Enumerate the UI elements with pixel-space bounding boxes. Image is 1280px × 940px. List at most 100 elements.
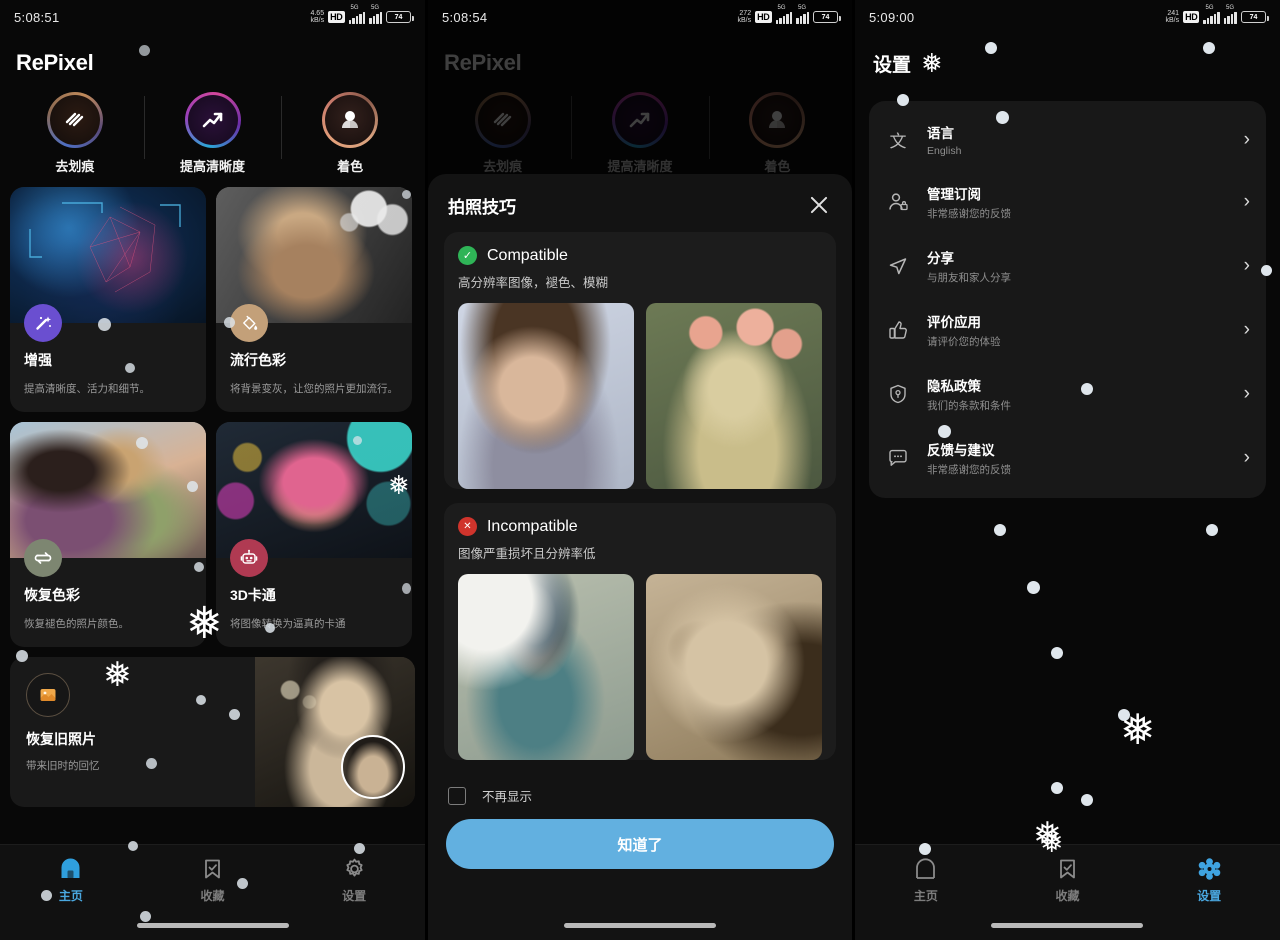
photo-restore-icon [40, 689, 56, 701]
check-circle-icon: ✓ [457, 246, 477, 265]
nav-settings-label: 设置 [1197, 889, 1222, 903]
settings-item-title: 隐私政策 [926, 379, 981, 394]
recolor-card-image [10, 422, 206, 558]
settings-item-sub: 非常感谢您的反馈 [926, 464, 1011, 476]
popcolor-card-image [216, 187, 412, 323]
nav-item-settings[interactable]: 设置 [283, 857, 425, 940]
screenshot-root: 5:08:51 4.65 kB/s HD 5G 5G 74 RePixel 去划… [0, 0, 1280, 940]
incompatible-example-1 [457, 574, 634, 760]
dont-show-again-row[interactable]: 不再显示 [444, 774, 836, 805]
recolor-badge [24, 539, 62, 577]
compatible-examples [457, 303, 823, 489]
descratch-ring [46, 92, 103, 148]
home-icon [916, 858, 936, 879]
settings-item-sub: 非常感谢您的反馈 [926, 208, 1011, 220]
snowflake-icon: ❅ [921, 48, 943, 78]
trend-up-icon [202, 112, 222, 128]
restore-card-image [255, 657, 415, 807]
settings-item-text: 分享 与朋友和家人分享 [927, 247, 1228, 285]
compatible-desc: 高分辨率图像，褪色、模糊 [457, 276, 608, 290]
close-icon[interactable] [806, 192, 832, 218]
settings-item-feedback[interactable]: 反馈与建议 非常感谢您的反馈 › [869, 426, 1266, 490]
dont-show-checkbox[interactable] [447, 786, 466, 805]
feature-card-popcolor[interactable]: 流行色彩 将背景变灰，让您的照片更加流行。 [216, 187, 412, 412]
battery-level: 74 [394, 13, 403, 21]
enhance-card-title: 增强 [24, 352, 52, 368]
battery-icon: 74 [1240, 11, 1269, 23]
popcolor-card-desc: 将背景变灰，让您的照片更加流行。 [230, 383, 398, 395]
status-time: 5:09:00 [868, 9, 915, 25]
chat-bubble-icon [885, 445, 911, 471]
home-indicator [563, 923, 716, 928]
settings-item-text: 隐私政策 我们的条款和条件 [927, 375, 1228, 413]
page-title-text: 设置 [872, 55, 911, 76]
settings-item-title: 反馈与建议 [926, 443, 995, 458]
recolor-card-desc: 恢复褪色的照片颜色。 [24, 618, 129, 630]
photo-tips-dialog: 拍照技巧 ✓ Compatible 高分辨率图像，褪色、模糊 ✕ Incompa… [427, 174, 852, 940]
nav-settings-label: 设置 [342, 889, 367, 903]
x-circle-icon: ✕ [457, 517, 477, 536]
magic-wand-icon [36, 316, 51, 330]
feature-card-restore[interactable]: 恢复旧照片 带来旧时的回忆 [10, 657, 415, 807]
quick-action-enhance[interactable]: 提高清晰度 [143, 92, 282, 175]
nav-home-label: 主页 [913, 889, 938, 903]
hd-icon: HD [328, 11, 345, 23]
incompatible-examples [457, 574, 823, 760]
status-time: 5:08:54 [441, 9, 488, 25]
snow-dot [1050, 782, 1063, 794]
popcolor-card-title: 流行色彩 [230, 352, 286, 368]
descratch-label: 去划痕 [55, 159, 95, 174]
compatible-header: ✓ Compatible [457, 246, 822, 265]
app-title: RePixel [16, 50, 94, 75]
settings-item-title: 评价应用 [926, 315, 981, 330]
quick-action-colorize[interactable]: 着色 [281, 92, 419, 175]
page-title: 设置 ❅ [855, 34, 1280, 79]
nav-home-label: 主页 [58, 889, 83, 903]
compatible-example-2 [646, 303, 823, 489]
network-speed-unit: kB/s [310, 17, 325, 24]
settings-item-language[interactable]: 文 语言 English › [869, 109, 1266, 170]
snow-dot [1205, 524, 1218, 536]
network-speed-value: 241 [1167, 9, 1180, 17]
enhance-label: 提高清晰度 [180, 159, 246, 174]
network-type-1: 5G [350, 4, 359, 11]
nav-item-home[interactable]: 主页 [0, 857, 142, 940]
cartoon-card-desc: 将图像转换为逼真的卡通 [230, 618, 346, 630]
nav-item-settings[interactable]: 设置 [1138, 857, 1280, 940]
settings-item-sub: 我们的条款和条件 [926, 400, 1011, 412]
home-indicator [136, 923, 289, 928]
nav-item-home[interactable]: 主页 [855, 857, 997, 940]
enhance-card-desc: 提高清晰度、活力和细节。 [24, 383, 150, 395]
settings-item-text: 评价应用 请评价您的体验 [927, 311, 1228, 349]
language-icon: 文 [889, 132, 907, 151]
settings-item-share[interactable]: 分享 与朋友和家人分享 › [869, 234, 1266, 298]
settings-item-privacy[interactable]: 隐私政策 我们的条款和条件 › [869, 362, 1266, 426]
compatible-label: Compatible [486, 246, 568, 264]
settings-item-subscription[interactable]: 管理订阅 非常感谢您的反馈 › [869, 170, 1266, 234]
home-indicator [991, 923, 1144, 928]
status-icons: 241 kB/s HD 5G 5G 74 [1165, 5, 1269, 25]
snow-dot [1050, 647, 1063, 659]
settings-item-title: 语言 [926, 126, 954, 141]
feature-card-recolor[interactable]: 恢复色彩 恢复褪色的照片颜色。 [10, 422, 206, 647]
nav-favorites-label: 收藏 [200, 889, 225, 903]
compatible-example-1 [457, 303, 634, 489]
feature-card-3dcartoon[interactable]: 3D卡通 将图像转换为逼真的卡通 [216, 422, 412, 647]
snowflake-icon: ❅ [1119, 706, 1156, 753]
status-icons: 272 kB/s HD 5G 5G 74 [737, 5, 841, 25]
send-icon [885, 253, 911, 279]
incompatible-example-2 [646, 574, 823, 760]
colorize-ring [322, 92, 379, 148]
incompatible-block: ✕ Incompatible 图像严重损坏且分辨率低 [443, 503, 836, 760]
confirm-button[interactable]: 知道了 [445, 819, 834, 869]
restore-preview-circle [341, 735, 405, 799]
chevron-right-icon: › [1243, 128, 1250, 150]
snow-dot [1117, 709, 1130, 721]
feature-card-enhance[interactable]: 增强 提高清晰度、活力和细节。 [10, 187, 206, 412]
settings-item-rate[interactable]: 评价应用 请评价您的体验 › [869, 298, 1266, 362]
quick-action-descratch[interactable]: 去划痕 [6, 92, 144, 175]
battery-level: 74 [1249, 13, 1258, 21]
restore-badge [26, 673, 70, 717]
network-type-2: 5G [798, 4, 807, 11]
snow-dot [1080, 794, 1093, 806]
